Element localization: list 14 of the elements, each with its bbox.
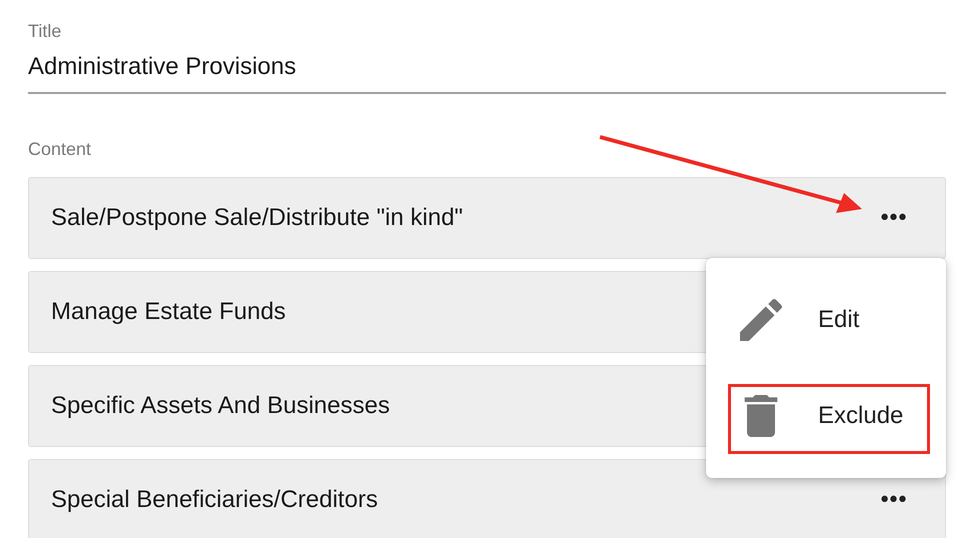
menu-item[interactable]: Edit (818, 306, 860, 334)
row-label: Manage Estate Funds (51, 298, 286, 326)
more-button[interactable]: ••• (878, 488, 905, 512)
title-field[interactable]: Administrative Provisions (28, 44, 946, 94)
section-label: Content (28, 138, 92, 161)
row-label: Sale/Postpone Sale/Distribute "in kind" (51, 204, 463, 232)
pencil-icon (740, 299, 782, 341)
row-label: Specific Assets And Businesses (51, 392, 390, 420)
more-button[interactable]: ••• (878, 206, 905, 230)
content-row[interactable]: Special Beneficiaries/Creditors ••• (28, 459, 946, 538)
content-row[interactable]: Sale/Postpone Sale/Distribute "in kind" ••• (28, 177, 946, 259)
row-label: Special Beneficiaries/Creditors (51, 486, 378, 514)
menu-item[interactable]: Exclude (818, 402, 904, 430)
field-label: Title (28, 20, 62, 43)
